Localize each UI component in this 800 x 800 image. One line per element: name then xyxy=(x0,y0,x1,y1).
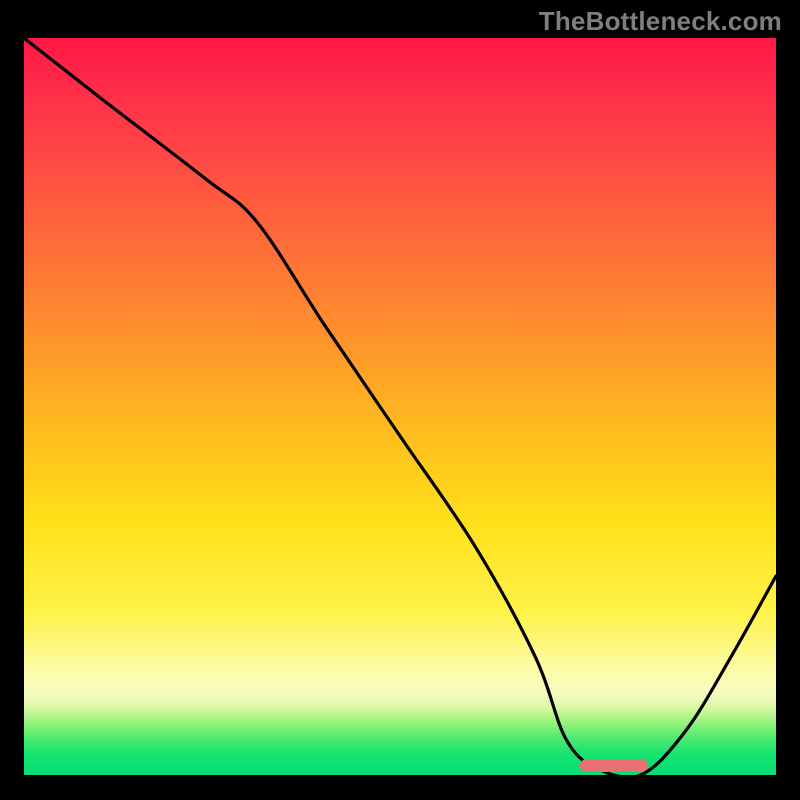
bottleneck-chart: TheBottleneck.com xyxy=(0,0,800,800)
optimal-range-marker xyxy=(580,759,648,772)
plot-area xyxy=(24,38,776,775)
curve-layer xyxy=(24,38,776,775)
bottleneck-curve-path xyxy=(24,38,776,775)
watermark-label: TheBottleneck.com xyxy=(539,6,782,37)
